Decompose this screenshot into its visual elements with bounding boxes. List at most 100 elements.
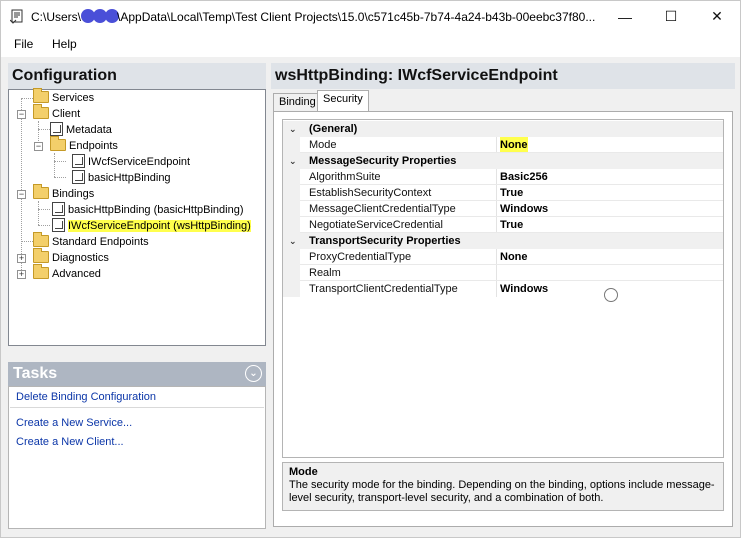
property-value[interactable]: True: [500, 185, 523, 201]
tree-item-binding-basic[interactable]: basicHttpBinding (basicHttpBinding): [52, 202, 243, 218]
tasks-header: Tasks ⌄: [8, 362, 266, 386]
category-transport-security[interactable]: ⌄ TransportSecurity Properties: [283, 233, 723, 249]
property-value[interactable]: Windows: [500, 201, 548, 217]
app-window: C:\Users\ \AppData\Local\Temp\Test Client…: [0, 0, 741, 538]
property-value[interactable]: Basic256: [500, 169, 548, 185]
close-icon: ✕: [711, 8, 723, 24]
tree-item-bindings[interactable]: Bindings: [33, 184, 94, 202]
maximize-button[interactable]: ☐: [648, 1, 694, 32]
property-name: Realm: [309, 267, 341, 279]
property-row-negotiate[interactable]: NegotiateServiceCredential True: [283, 217, 723, 233]
tree-line: [21, 98, 33, 99]
row-gutter: [283, 185, 300, 201]
tree-item-label: Advanced: [52, 268, 101, 280]
expand-toggle[interactable]: +: [17, 254, 26, 263]
category-label: TransportSecurity Properties: [309, 235, 461, 247]
tree-line: [38, 201, 39, 225]
tree-item-metadata[interactable]: Metadata: [50, 122, 112, 138]
property-name: MessageClientCredentialType: [309, 203, 456, 215]
maximize-icon: ☐: [664, 8, 678, 24]
property-description: Mode The security mode for the binding. …: [282, 462, 724, 511]
property-row-proxy-credential[interactable]: ProxyCredentialType None: [283, 249, 723, 265]
folder-icon: [33, 248, 49, 263]
minimize-icon: —: [618, 8, 632, 25]
tree-line: [54, 153, 55, 177]
description-title: Mode: [289, 466, 318, 478]
collapse-arrow-icon[interactable]: ⌄: [289, 153, 297, 169]
app-icon: [10, 9, 23, 24]
property-row-mode[interactable]: Mode None: [283, 137, 723, 153]
tab-binding[interactable]: Binding: [273, 93, 322, 111]
column-divider: [496, 281, 497, 297]
tree-item-endpoint-iwcf[interactable]: IWcfServiceEndpoint: [72, 154, 190, 170]
configuration-header: Configuration: [8, 63, 266, 89]
column-divider: [496, 137, 497, 153]
tree-item-client[interactable]: Client: [33, 104, 81, 122]
expand-toggle[interactable]: +: [17, 270, 26, 279]
property-value[interactable]: None: [500, 137, 528, 153]
title-bar: C:\Users\ \AppData\Local\Temp\Test Client…: [1, 1, 740, 32]
tab-security[interactable]: Security: [317, 90, 369, 111]
menu-bar: File Help: [1, 32, 740, 57]
tab-strip: Binding Security: [271, 89, 735, 111]
minimize-button[interactable]: —: [602, 1, 648, 32]
description-text: The security mode for the binding. Depen…: [289, 479, 715, 504]
property-name: Mode: [309, 139, 337, 151]
tree-item-advanced[interactable]: Advanced: [33, 264, 101, 282]
property-row-realm[interactable]: Realm: [283, 265, 723, 281]
tree-item-services[interactable]: Services: [33, 88, 94, 106]
endpoint-icon: [72, 170, 85, 184]
property-name: EstablishSecurityContext: [309, 187, 432, 199]
property-row-algorithm-suite[interactable]: AlgorithmSuite Basic256: [283, 169, 723, 185]
collapse-toggle[interactable]: −: [34, 142, 43, 151]
configuration-tree[interactable]: Services − Client Metadata − Endpoints I…: [8, 88, 266, 346]
row-gutter: [283, 137, 300, 153]
property-row-transport-credential[interactable]: TransportClientCredentialType Windows: [283, 281, 723, 297]
category-message-security[interactable]: ⌄ MessageSecurity Properties: [283, 153, 723, 169]
tree-item-label: basicHttpBinding: [88, 172, 171, 184]
tree-item-label: Client: [52, 108, 81, 120]
tree-line: [38, 225, 50, 226]
tree-item-diagnostics[interactable]: Diagnostics: [33, 248, 109, 266]
property-name: TransportClientCredentialType: [309, 283, 458, 295]
tree-item-endpoints[interactable]: Endpoints: [50, 136, 118, 154]
property-row-establish-context[interactable]: EstablishSecurityContext True: [283, 185, 723, 201]
menu-help[interactable]: Help: [52, 37, 77, 51]
property-row-message-credential[interactable]: MessageClientCredentialType Windows: [283, 201, 723, 217]
binding-icon: [52, 202, 65, 216]
property-value[interactable]: Windows: [500, 281, 548, 297]
title-path-prefix: C:\Users\: [31, 10, 82, 24]
collapse-arrow-icon[interactable]: ⌄: [289, 233, 297, 249]
title-path-suffix: \AppData\Local\Temp\Test Client Projects…: [117, 10, 596, 24]
collapse-toggle[interactable]: −: [17, 110, 26, 119]
binding-icon: [52, 218, 65, 232]
create-client-link[interactable]: Create a New Client...: [16, 436, 124, 448]
property-grid[interactable]: ⌄ (General) Mode None ⌄ MessageSecurity …: [282, 119, 724, 458]
collapse-tasks-icon[interactable]: ⌄: [245, 365, 262, 382]
collapse-toggle[interactable]: −: [17, 190, 26, 199]
category-label: (General): [309, 123, 358, 135]
tree-item-standard-endpoints[interactable]: Standard Endpoints: [33, 232, 149, 250]
folder-icon: [33, 88, 49, 103]
tree-line: [54, 161, 66, 162]
tree-line: [38, 209, 50, 210]
menu-file[interactable]: File: [14, 37, 33, 51]
category-general[interactable]: ⌄ (General): [283, 121, 723, 137]
endpoint-icon: [72, 154, 85, 168]
tasks-list: Delete Binding Configuration Create a Ne…: [8, 386, 266, 529]
tree-line: [54, 177, 66, 178]
property-name: ProxyCredentialType: [309, 251, 412, 263]
folder-icon: [33, 104, 49, 119]
tree-item-label: Endpoints: [69, 140, 118, 152]
delete-binding-link[interactable]: Delete Binding Configuration: [16, 391, 156, 403]
tree-line: [21, 98, 22, 274]
property-value[interactable]: True: [500, 217, 523, 233]
create-service-link[interactable]: Create a New Service...: [16, 417, 132, 429]
tree-item-endpoint-basic[interactable]: basicHttpBinding: [72, 170, 171, 186]
collapse-arrow-icon[interactable]: ⌄: [289, 121, 297, 137]
property-value[interactable]: None: [500, 249, 528, 265]
tree-item-label: Standard Endpoints: [52, 236, 149, 248]
tree-item-binding-ws[interactable]: IWcfServiceEndpoint (wsHttpBinding): [52, 218, 251, 234]
folder-icon: [33, 184, 49, 199]
close-button[interactable]: ✕: [694, 1, 740, 32]
